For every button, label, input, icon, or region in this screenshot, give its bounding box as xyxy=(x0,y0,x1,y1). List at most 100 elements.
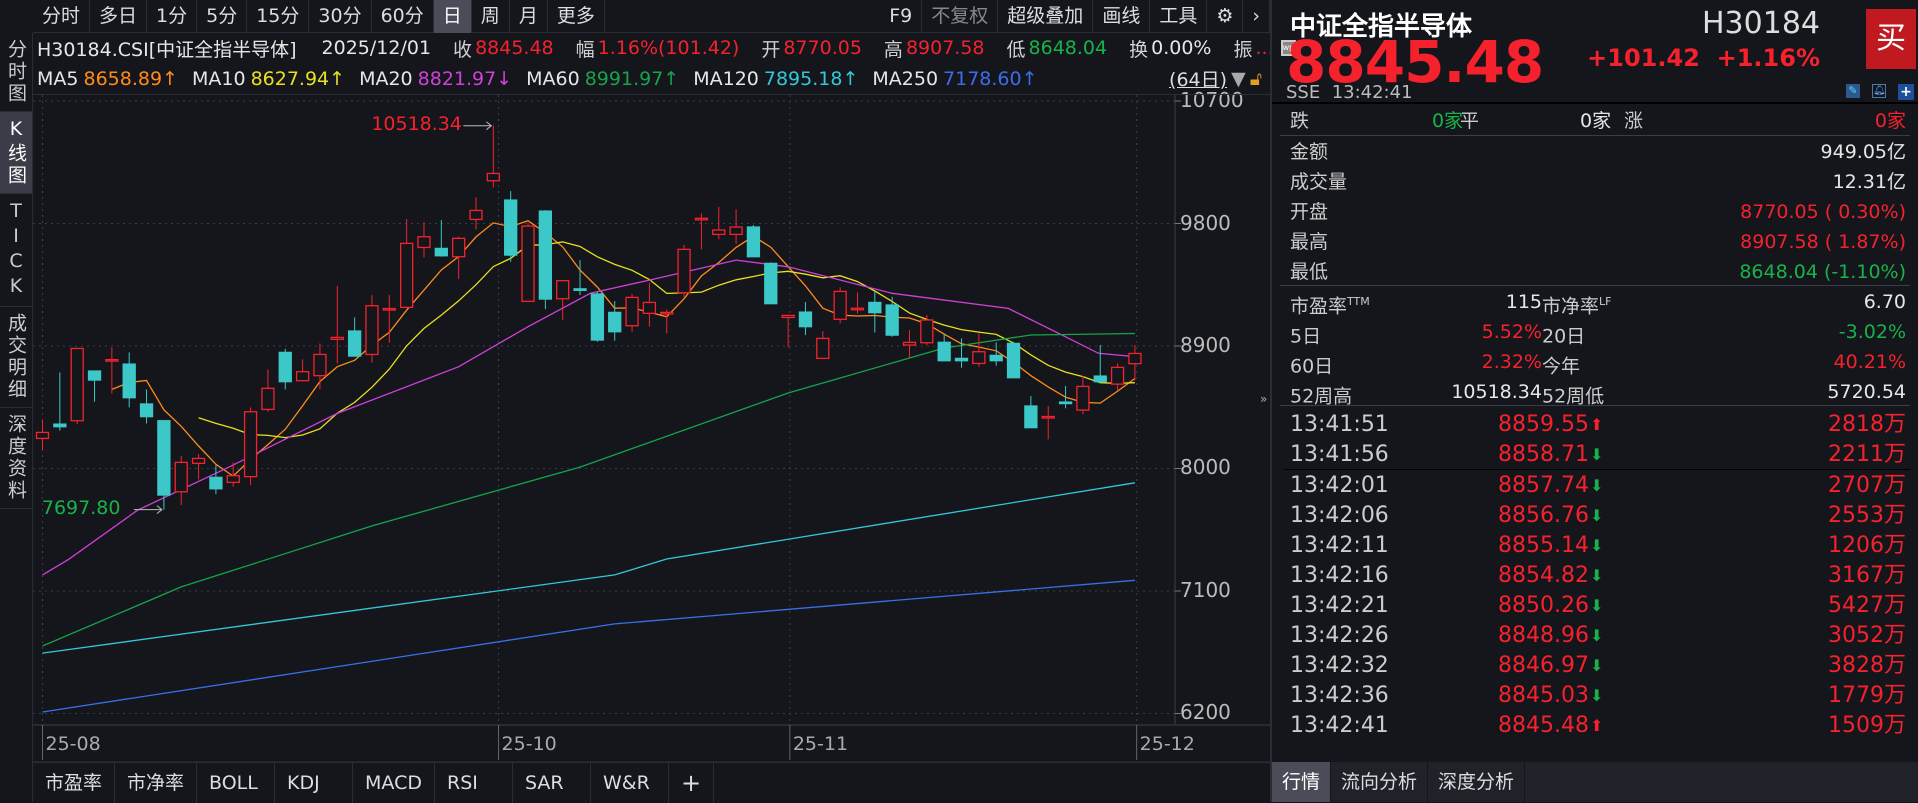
buy-button[interactable]: 买 xyxy=(1866,9,1916,69)
candle[interactable] xyxy=(226,462,240,487)
gear-icon[interactable]: ⚙ xyxy=(1207,0,1244,33)
candle[interactable] xyxy=(1076,376,1090,415)
days-selector[interactable]: (64日) xyxy=(1169,65,1227,92)
period-tab[interactable]: 月 xyxy=(510,0,548,33)
candle[interactable] xyxy=(1006,341,1021,379)
left-tab[interactable]: TICK xyxy=(0,194,32,307)
bell-icon[interactable]: 🔔︎ xyxy=(1872,84,1886,98)
candle[interactable] xyxy=(625,294,639,332)
candle[interactable] xyxy=(920,315,934,346)
candle[interactable] xyxy=(347,317,362,357)
candle[interactable] xyxy=(174,456,188,506)
candle[interactable] xyxy=(954,338,969,368)
indicator-tab[interactable]: 市净率 xyxy=(115,763,198,803)
quote-tab[interactable]: 深度分析 xyxy=(1428,762,1526,802)
candle[interactable] xyxy=(35,420,50,451)
candle[interactable] xyxy=(712,206,726,240)
indicator-tab[interactable]: KDJ xyxy=(275,763,354,803)
candle[interactable] xyxy=(1110,363,1125,391)
candle[interactable] xyxy=(313,343,327,390)
candle[interactable] xyxy=(53,372,67,431)
candle[interactable] xyxy=(694,213,709,250)
kline-chart[interactable] xyxy=(0,0,1270,762)
candle[interactable] xyxy=(729,209,743,245)
candle[interactable] xyxy=(608,301,622,341)
edit-icon[interactable]: ✎ xyxy=(1846,84,1860,98)
candle[interactable] xyxy=(798,302,813,336)
candle[interactable] xyxy=(1041,406,1055,440)
candle[interactable] xyxy=(746,224,761,258)
candle[interactable] xyxy=(365,295,379,363)
period-tab[interactable]: 15分 xyxy=(247,0,310,33)
toolbar-button[interactable]: 超级叠加 xyxy=(998,0,1094,33)
candle[interactable] xyxy=(902,330,917,359)
collapse-icon[interactable]: » xyxy=(1260,392,1267,406)
candle[interactable] xyxy=(1093,345,1107,384)
candle[interactable] xyxy=(122,352,136,408)
candle[interactable] xyxy=(1058,386,1073,409)
indicator-tab[interactable]: 市盈率 xyxy=(33,763,116,803)
indicator-tab[interactable]: SAR xyxy=(513,763,591,803)
period-tab[interactable]: 多日 xyxy=(90,0,148,33)
quote-tab[interactable]: 行情 xyxy=(1272,762,1332,802)
candle[interactable] xyxy=(139,389,154,424)
period-tab[interactable]: 30分 xyxy=(309,0,372,33)
indicator-tab[interactable]: RSI xyxy=(435,763,513,803)
candle[interactable] xyxy=(434,220,448,257)
candle[interactable] xyxy=(677,245,691,297)
lock-icon[interactable]: 🔓︎ xyxy=(1250,68,1262,90)
candle[interactable] xyxy=(972,333,986,367)
candle[interactable] xyxy=(538,210,553,310)
toolbar-button[interactable]: 工具 xyxy=(1150,0,1208,33)
candle[interactable] xyxy=(868,291,882,333)
candle[interactable] xyxy=(590,291,605,342)
toolbar-button[interactable]: F9 xyxy=(880,0,923,33)
candle[interactable] xyxy=(885,296,899,337)
candle[interactable] xyxy=(209,465,223,495)
candle[interactable] xyxy=(764,262,778,305)
toolbar-button[interactable]: 画线 xyxy=(1093,0,1151,33)
candle[interactable] xyxy=(1024,396,1038,429)
candle[interactable] xyxy=(417,222,431,258)
period-tab[interactable]: 周 xyxy=(472,0,510,33)
candle[interactable] xyxy=(556,280,570,321)
candle[interactable] xyxy=(469,197,483,230)
period-tab[interactable]: 日 xyxy=(433,0,472,33)
candle[interactable] xyxy=(105,347,119,394)
candle[interactable] xyxy=(1128,344,1142,381)
period-tab[interactable]: 1分 xyxy=(147,0,198,33)
candle[interactable] xyxy=(399,219,414,308)
period-tab[interactable]: 更多 xyxy=(548,0,605,33)
candle[interactable] xyxy=(295,359,310,382)
candle[interactable] xyxy=(781,314,795,348)
candle[interactable] xyxy=(87,370,102,402)
left-tab[interactable]: 成交明细 xyxy=(0,307,32,408)
indicator-tab[interactable]: W&R xyxy=(591,763,669,803)
quote-tab[interactable]: 流向分析 xyxy=(1331,762,1429,802)
candle[interactable] xyxy=(521,223,535,303)
candle[interactable] xyxy=(243,407,258,486)
add-icon[interactable]: + xyxy=(1898,84,1914,100)
left-tab[interactable]: 分时图 xyxy=(0,33,32,112)
candle[interactable] xyxy=(833,287,847,324)
chevron-right-icon[interactable]: › xyxy=(1243,0,1270,33)
candle[interactable] xyxy=(816,331,830,360)
candle[interactable] xyxy=(504,191,518,262)
dropdown-icon[interactable]: ▼ xyxy=(1231,68,1246,90)
indicator-tab[interactable]: MACD xyxy=(353,763,435,803)
add-indicator-button[interactable]: + xyxy=(669,763,715,803)
candle[interactable] xyxy=(642,282,657,327)
candle[interactable] xyxy=(452,236,466,280)
candle[interactable] xyxy=(70,347,84,425)
candle[interactable] xyxy=(486,125,500,188)
left-tab-active[interactable]: K线图 xyxy=(0,112,32,194)
period-tab[interactable]: 60分 xyxy=(372,0,434,33)
candle[interactable] xyxy=(278,348,292,390)
candle[interactable] xyxy=(330,286,344,364)
toolbar-button[interactable]: 不复权 xyxy=(922,0,999,33)
candle[interactable] xyxy=(660,309,674,334)
left-tab[interactable]: 深度资料 xyxy=(0,408,32,509)
candle[interactable] xyxy=(937,333,951,362)
period-tab[interactable]: 5分 xyxy=(197,0,248,33)
period-tab[interactable]: 分时 xyxy=(33,0,91,33)
